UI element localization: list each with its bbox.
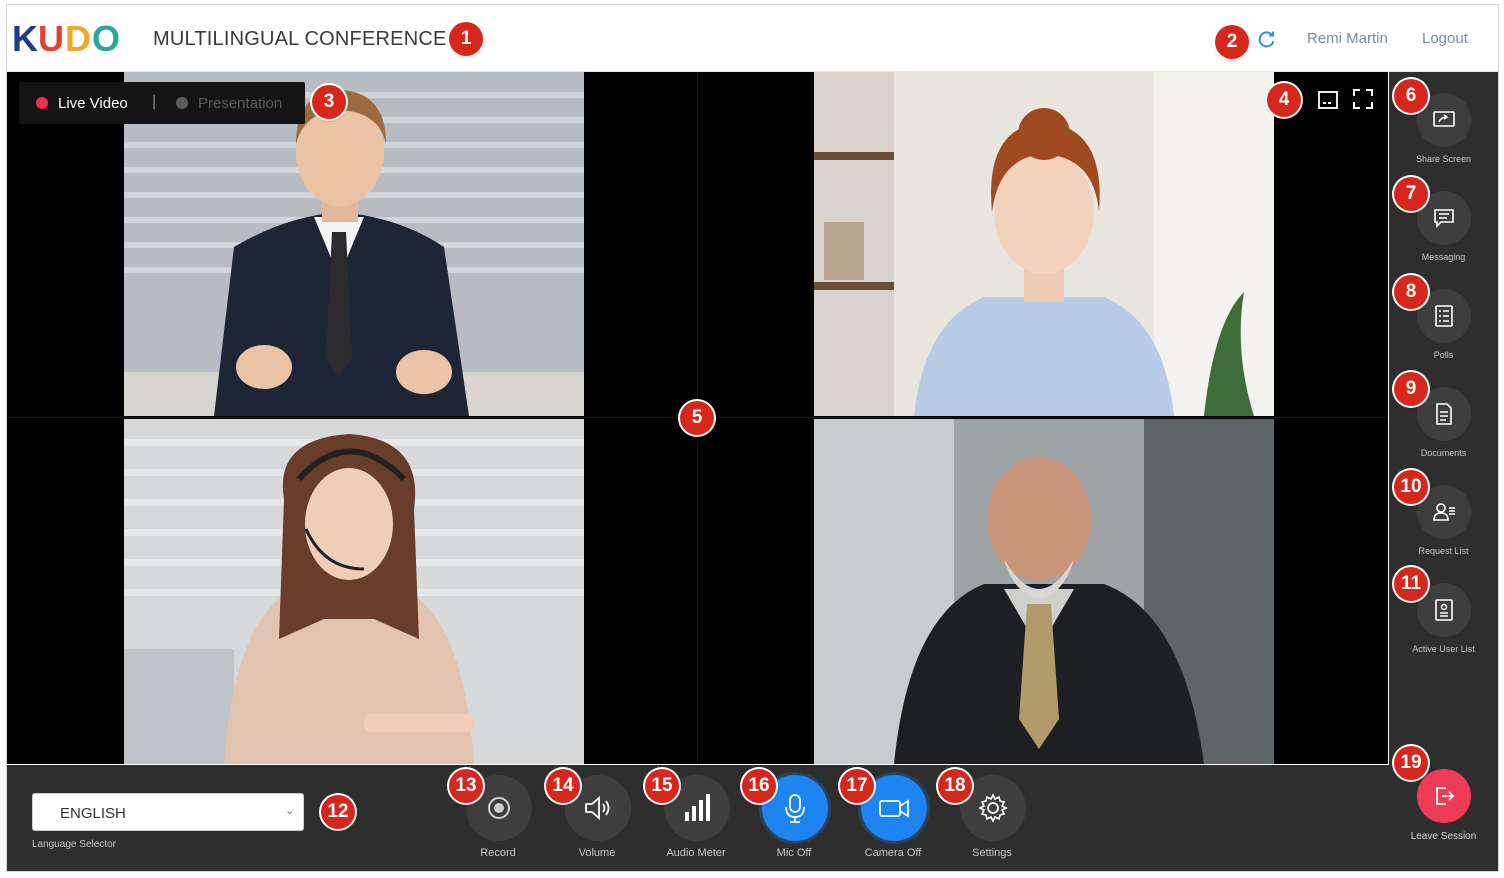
refresh-icon[interactable] — [1257, 29, 1277, 49]
audio-meter-icon — [685, 794, 710, 821]
camera-off-label: Camera Off — [864, 847, 922, 859]
participant-video-tile[interactable] — [124, 419, 584, 764]
poll-icon — [1435, 305, 1453, 327]
mic-icon — [785, 794, 805, 823]
request-list-label: Request List — [1418, 546, 1469, 556]
top-header: K U D O MULTILINGUAL CONFERENCE Remi Mar… — [7, 5, 1498, 72]
callout-badge: 9 — [1394, 372, 1428, 406]
callout-badge: 19 — [1394, 746, 1428, 780]
callout-badge: 13 — [449, 769, 483, 803]
user-list-icon — [1435, 599, 1453, 621]
messaging-label: Messaging — [1421, 252, 1466, 262]
mic-off-label: Mic Off — [776, 847, 812, 859]
chevron-down-icon: ⌄ — [285, 805, 295, 817]
leave-icon — [1436, 787, 1455, 805]
gear-icon — [978, 793, 1008, 823]
layout-icon[interactable] — [1317, 89, 1339, 111]
callout-badge: 5 — [680, 401, 714, 435]
view-toggle[interactable]: Live Video | Presentation — [19, 82, 305, 124]
svg-text:K: K — [12, 20, 38, 56]
chat-icon — [1434, 209, 1454, 228]
language-select[interactable]: ENGLISH ⌄ — [32, 793, 304, 831]
record-label: Record — [480, 847, 516, 859]
callout-badge: 12 — [321, 795, 355, 829]
participant-video-image — [814, 419, 1274, 764]
live-video-tab[interactable]: Live Video — [58, 95, 128, 112]
callout-badge: 14 — [546, 769, 580, 803]
presentation-indicator-dot — [176, 97, 188, 109]
callout-badge: 18 — [938, 769, 972, 803]
fullscreen-icon[interactable] — [1352, 88, 1374, 110]
participant-video-tile[interactable] — [814, 419, 1274, 764]
share-screen-label: Share Screen — [1415, 154, 1472, 164]
participant-video-image — [124, 419, 584, 764]
toggle-separator: | — [152, 93, 157, 110]
polls-label: Polls — [1433, 350, 1454, 360]
callout-badge: 8 — [1394, 275, 1428, 309]
user-name-link[interactable]: Remi Martin — [1307, 30, 1388, 47]
camera-icon — [879, 799, 909, 818]
svg-text:U: U — [38, 20, 64, 56]
language-selector-label: Language Selector — [32, 839, 116, 850]
presentation-tab[interactable]: Presentation — [198, 95, 282, 112]
callout-badge: 16 — [742, 769, 776, 803]
callout-badge: 15 — [645, 769, 679, 803]
callout-badge: 11 — [1394, 567, 1428, 601]
svg-text:O: O — [92, 20, 120, 56]
request-list-icon — [1433, 503, 1455, 521]
callout-badge: 10 — [1394, 470, 1428, 504]
logout-link[interactable]: Logout — [1422, 30, 1468, 47]
callout-badge: 2 — [1215, 25, 1249, 59]
participant-video-tile[interactable] — [814, 72, 1274, 416]
record-icon — [488, 797, 510, 819]
leave-session-button[interactable] — [1417, 769, 1471, 823]
callout-badge: 4 — [1267, 83, 1301, 117]
callout-badge: 6 — [1394, 79, 1428, 113]
live-indicator-dot — [36, 97, 48, 109]
leave-session-label: Leave Session — [1410, 831, 1477, 842]
active-user-list-label: Active User List — [1412, 644, 1475, 654]
volume-label: Volume — [578, 847, 616, 859]
share-screen-icon — [1433, 111, 1455, 127]
callout-badge: 7 — [1394, 177, 1428, 211]
document-icon — [1436, 403, 1452, 425]
participant-video-image — [814, 72, 1274, 416]
callout-badge: 17 — [840, 769, 874, 803]
callout-badge: 3 — [312, 85, 346, 119]
app-title: MULTILINGUAL CONFERENCE — [153, 28, 447, 50]
audio-meter-label: Audio Meter — [666, 847, 726, 859]
language-select-value: ENGLISH — [60, 805, 126, 822]
callout-badge: 1 — [449, 22, 483, 56]
settings-label: Settings — [972, 847, 1012, 859]
volume-icon — [585, 796, 610, 820]
bottom-control-bar: ENGLISH ⌄ Language Selector Record Volum… — [7, 765, 1389, 871]
kudo-logo: K U D O — [12, 20, 120, 56]
documents-label: Documents — [1420, 448, 1467, 458]
svg-text:D: D — [65, 20, 91, 56]
